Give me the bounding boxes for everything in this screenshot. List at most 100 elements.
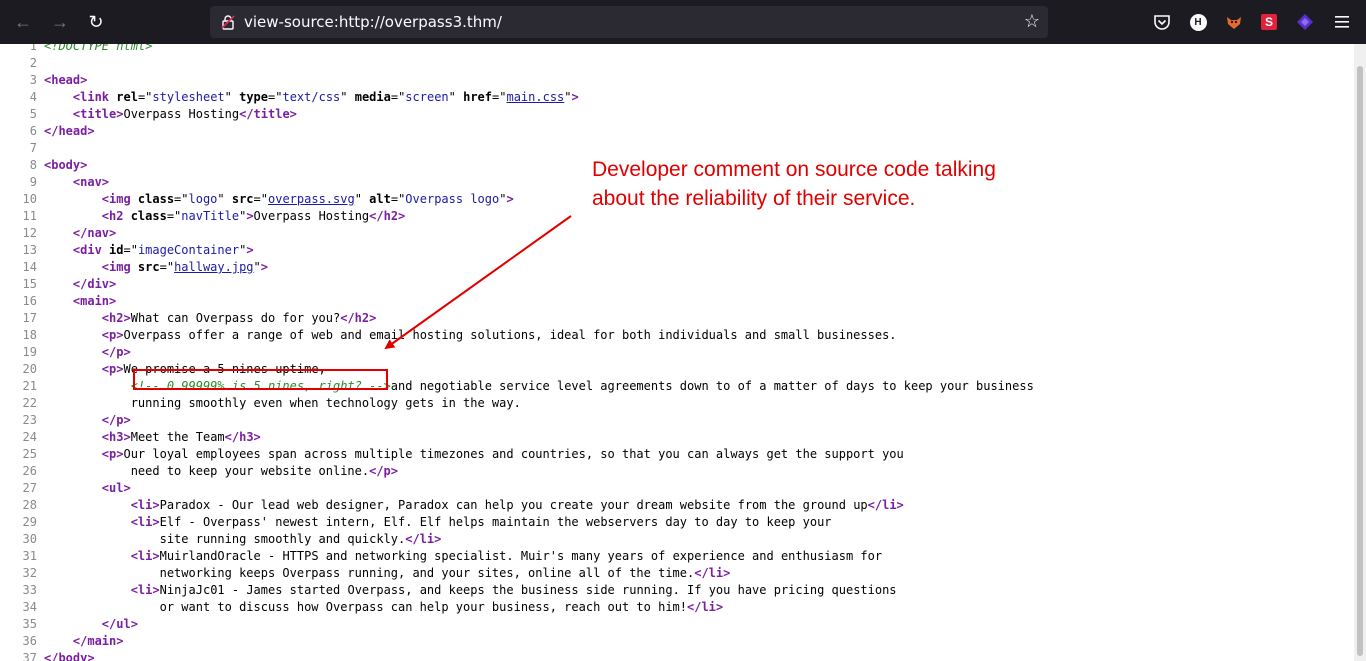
source-token: =": [253, 192, 268, 206]
source-token: [44, 413, 102, 427]
source-token: Our loyal employees span across multiple…: [123, 447, 904, 461]
source-token: NinjaJc01 - James started Overpass, and …: [159, 583, 897, 597]
source-token: <li: [130, 498, 153, 512]
source-token: </h3>: [224, 430, 261, 444]
source-token: ": [340, 90, 355, 104]
line-number: 18: [22, 328, 37, 342]
extension-fox-icon[interactable]: [1224, 12, 1244, 32]
source-line-13: 13 <div id="imageContainer">: [0, 242, 254, 259]
source-token: >: [152, 515, 160, 529]
line-number: 30: [22, 532, 37, 546]
source-token: text/css: [282, 90, 341, 104]
source-token: ": [224, 90, 240, 104]
source-token: <ul>: [101, 481, 131, 495]
source-line-15: 15 </div>: [0, 276, 117, 293]
line-number: 19: [22, 345, 37, 359]
source-token: </head>: [44, 124, 95, 138]
annotation-line-2: about the reliability of their service.: [592, 187, 916, 210]
source-token: class: [130, 209, 167, 223]
source-token: [44, 583, 131, 597]
source-token: >: [506, 192, 514, 206]
source-token: >: [123, 430, 131, 444]
source-line-19: 19 </p>: [0, 344, 131, 361]
line-number: 3: [29, 73, 37, 87]
source-token: [44, 379, 131, 393]
back-icon[interactable]: ←: [11, 10, 35, 34]
line-number: 24: [22, 430, 37, 444]
pocket-icon[interactable]: [1152, 12, 1172, 32]
source-link[interactable]: hallway.jpg: [174, 260, 253, 274]
source-token: [44, 90, 73, 104]
source-token: [44, 107, 73, 121]
url-text[interactable]: view-source:http://overpass3.thm/: [244, 13, 502, 31]
line-number: 13: [22, 243, 37, 257]
source-line-24: 24 <h3>Meet the Team</h3>: [0, 429, 261, 446]
line-number: 33: [22, 583, 37, 597]
source-line-12: 12 </nav>: [0, 225, 117, 242]
source-token: need to keep your website online.: [44, 464, 370, 478]
source-token: [44, 430, 102, 444]
extension-s-icon[interactable]: S: [1259, 12, 1279, 32]
source-line-37: 37 </body>: [0, 650, 95, 661]
source-token: </li>: [687, 600, 724, 614]
bookmark-star-icon[interactable]: ☆: [1024, 11, 1040, 32]
line-number: 11: [22, 209, 37, 223]
line-number: 27: [22, 481, 37, 495]
source-token: site running smoothly and quickly.: [44, 532, 406, 546]
source-line-27: 27 <ul>: [0, 480, 131, 497]
line-number: 22: [22, 396, 37, 410]
browser-toolbar: ← → ↻ view-source:http://overpass3.thm/ …: [0, 0, 1366, 44]
source-token: >: [152, 498, 160, 512]
source-token: rel: [116, 90, 138, 104]
source-token: ": [253, 260, 261, 274]
line-number: 28: [22, 498, 37, 512]
source-line-7: 7: [0, 140, 44, 157]
extension-diamond-icon[interactable]: [1295, 12, 1315, 32]
source-token: [44, 192, 102, 206]
source-token: </h2>: [369, 209, 406, 223]
source-token: screen: [405, 90, 449, 104]
source-line-36: 36 </main>: [0, 633, 124, 650]
lock-icon[interactable]: [220, 14, 236, 30]
vertical-scrollbar[interactable]: [1354, 44, 1366, 661]
source-token: media: [354, 90, 391, 104]
source-token: [44, 549, 131, 563]
source-token: networking keeps Overpass running, and y…: [44, 566, 695, 580]
source-token: <img: [101, 260, 138, 274]
source-token: <link: [72, 90, 117, 104]
line-number: 23: [22, 413, 37, 427]
source-token: </p>: [369, 464, 399, 478]
line-number: 17: [22, 311, 37, 325]
source-token: =": [159, 260, 175, 274]
source-token: <p: [101, 328, 117, 342]
scrollbar-thumb[interactable]: [1357, 66, 1363, 656]
url-bar[interactable]: view-source:http://overpass3.thm/ ☆: [210, 6, 1048, 38]
menu-icon[interactable]: [1332, 12, 1352, 32]
line-number: 6: [29, 124, 37, 138]
source-token: =": [137, 90, 153, 104]
source-token: <main>: [72, 294, 117, 308]
extension-h-icon[interactable]: H: [1188, 12, 1208, 32]
source-token: </body>: [44, 651, 95, 661]
source-link[interactable]: overpass.svg: [268, 192, 355, 206]
source-line-28: 28 <li>Paradox - Our lead web designer, …: [0, 497, 904, 514]
line-number: 8: [29, 158, 37, 172]
source-token: >: [246, 209, 254, 223]
source-line-3: 3 <head>: [0, 72, 88, 89]
line-number: 20: [22, 362, 37, 376]
source-token: =": [390, 90, 406, 104]
forward-icon[interactable]: →: [48, 10, 72, 34]
line-number: 31: [22, 549, 37, 563]
source-token: stylesheet: [152, 90, 225, 104]
reload-icon[interactable]: ↻: [84, 10, 108, 34]
source-comment: <!DOCTYPE html>: [44, 44, 153, 53]
source-token: MuirlandOracle - HTTPS and networking sp…: [159, 549, 883, 563]
line-number: 36: [22, 634, 37, 648]
extension-h-label: H: [1189, 13, 1207, 31]
source-token: >: [260, 260, 269, 274]
source-token: href: [463, 90, 493, 104]
source-link[interactable]: main.css: [506, 90, 564, 104]
source-token: =": [268, 90, 283, 104]
source-token: [44, 277, 73, 291]
source-token: ": [564, 90, 572, 104]
